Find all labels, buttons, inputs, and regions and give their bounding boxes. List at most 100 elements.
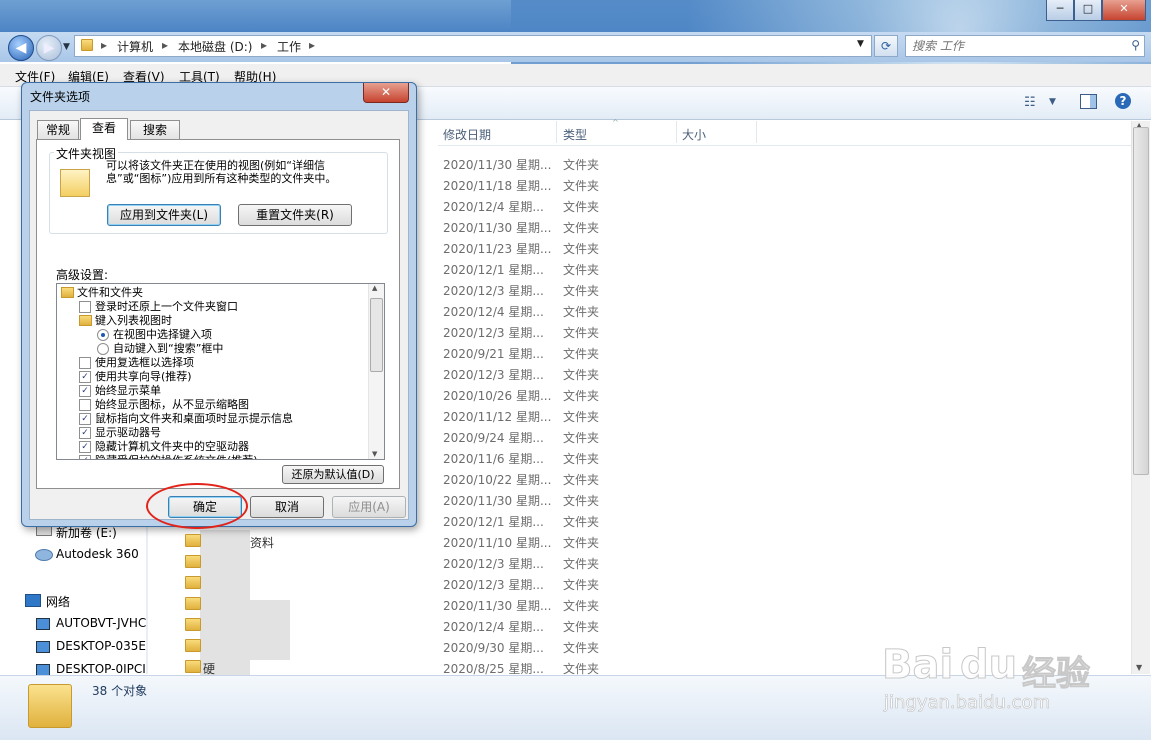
table-row[interactable]: 2020/11/30 星期... 文件夹: [438, 153, 1128, 174]
breadcrumb-local-disk[interactable]: 本地磁盘 (D:): [178, 38, 252, 55]
tree-scroll-thumb[interactable]: [370, 298, 383, 372]
settings-item[interactable]: ✓ 隐藏受保护的操作系统文件(推荐): [57, 454, 367, 459]
nav-item-autodesk-360[interactable]: Autodesk 360: [56, 547, 139, 561]
table-row[interactable]: 2020/12/1 星期... 文件夹: [438, 258, 1128, 279]
checkbox-checked[interactable]: ✓: [79, 371, 91, 383]
address-bar[interactable]: ▸ 计算机 ▸ 本地磁盘 (D:) ▸ 工作 ▸ ▼: [74, 35, 872, 57]
table-row[interactable]: 2020/11/18 星期... 文件夹: [438, 174, 1128, 195]
checkbox-unchecked[interactable]: [79, 357, 91, 369]
cancel-button[interactable]: 取消: [250, 496, 324, 518]
nav-item-network[interactable]: 网络: [46, 593, 70, 610]
folder-icon: [185, 555, 207, 569]
checkbox-checked[interactable]: ✓: [79, 413, 91, 425]
checkbox-checked[interactable]: ✓: [79, 455, 91, 459]
help-icon[interactable]: ?: [1115, 93, 1131, 109]
table-row[interactable]: 2020/9/24 星期... 文件夹: [438, 426, 1128, 447]
table-row[interactable]: 2020/11/23 星期... 文件夹: [438, 237, 1128, 258]
table-row[interactable]: 2020/12/1 星期... 文件夹: [438, 510, 1128, 531]
table-row[interactable]: 2020/10/22 星期... 文件夹: [438, 468, 1128, 489]
back-button[interactable]: ◀: [8, 35, 34, 61]
checkbox-checked[interactable]: ✓: [79, 441, 91, 453]
checkbox-unchecked[interactable]: [79, 399, 91, 411]
nav-item-computer[interactable]: DESKTOP-035E: [56, 639, 146, 653]
nav-item-computer[interactable]: DESKTOP-0IPCI: [56, 662, 146, 676]
table-row[interactable]: 2020/12/3 星期... 文件夹: [438, 573, 1128, 594]
checkbox-checked[interactable]: ✓: [79, 427, 91, 439]
tab-search[interactable]: 搜索: [130, 120, 180, 139]
settings-item[interactable]: ✓ 显示驱动器号: [57, 426, 367, 440]
settings-item[interactable]: ✓ 隐藏计算机文件夹中的空驱动器: [57, 440, 367, 454]
table-row[interactable]: 2020/12/3 星期... 文件夹: [438, 279, 1128, 300]
cell-date-modified: 2020/11/12 星期...: [443, 410, 552, 424]
checkbox-checked[interactable]: ✓: [79, 385, 91, 397]
maximize-button[interactable]: □: [1074, 0, 1102, 21]
search-box[interactable]: ⚲: [905, 35, 1145, 57]
settings-item[interactable]: 始终显示图标，从不显示缩略图: [57, 398, 367, 412]
checkbox-unchecked[interactable]: [79, 301, 91, 313]
cell-type: 文件夹: [563, 494, 600, 508]
table-row[interactable]: 2020/12/3 星期... 文件夹: [438, 321, 1128, 342]
nav-item-computer[interactable]: AUTOBVT-JVHC: [56, 616, 146, 630]
cell-date-modified: 2020/11/6 星期...: [443, 452, 544, 466]
view-options-icon[interactable]: ☷: [1024, 95, 1036, 110]
breadcrumb-work[interactable]: 工作: [277, 38, 301, 55]
table-row[interactable]: 2020/11/10 星期... 文件夹: [438, 531, 1128, 552]
breadcrumb-separator-icon[interactable]: ▸: [162, 38, 168, 52]
folder-icon: [185, 576, 207, 590]
minimize-button[interactable]: ─: [1046, 0, 1074, 21]
table-row[interactable]: 2020/12/3 星期... 文件夹: [438, 363, 1128, 384]
breadcrumb-separator-icon[interactable]: ▸: [309, 38, 315, 52]
recent-pages-chevron-icon[interactable]: ▼: [63, 42, 70, 52]
cell-type: 文件夹: [563, 410, 600, 424]
watermark-url: jingyan.baidu.com: [884, 692, 1051, 714]
table-row[interactable]: 2020/12/4 星期... 文件夹: [438, 195, 1128, 216]
settings-item[interactable]: 键入列表视图时: [57, 314, 367, 328]
table-row[interactable]: 2020/10/26 星期... 文件夹: [438, 384, 1128, 405]
view-dropdown-icon[interactable]: ▼: [1049, 97, 1056, 107]
address-dropdown-icon[interactable]: ▼: [857, 39, 864, 49]
table-row[interactable]: 2020/11/6 星期... 文件夹: [438, 447, 1128, 468]
column-date-modified[interactable]: 修改日期: [443, 126, 491, 143]
scrollbar-thumb[interactable]: [1133, 127, 1149, 475]
restore-defaults-button[interactable]: 还原为默认值(D): [282, 465, 384, 484]
column-size[interactable]: 大小: [682, 126, 706, 143]
settings-item[interactable]: 在视图中选择键入项: [57, 328, 367, 342]
settings-item[interactable]: 文件和文件夹: [57, 286, 367, 300]
table-row[interactable]: 2020/12/3 星期... 文件夹: [438, 552, 1128, 573]
scroll-up-icon[interactable]: ▲: [372, 284, 377, 292]
settings-item[interactable]: 使用复选框以选择项: [57, 356, 367, 370]
scroll-down-icon[interactable]: ▼: [372, 450, 377, 458]
settings-item[interactable]: ✓ 始终显示菜单: [57, 384, 367, 398]
column-type[interactable]: 类型: [563, 126, 587, 143]
table-row[interactable]: 2020/11/30 星期... 文件夹: [438, 216, 1128, 237]
apply-button[interactable]: 应用(A): [332, 496, 406, 518]
reset-folders-button[interactable]: 重置文件夹(R): [238, 204, 352, 226]
refresh-icon[interactable]: ⟳: [874, 35, 898, 57]
preview-pane-icon[interactable]: [1080, 94, 1097, 109]
tree-scrollbar[interactable]: ▲ ▼: [368, 284, 384, 459]
breadcrumb-separator-icon[interactable]: ▸: [261, 38, 267, 52]
breadcrumb-computer[interactable]: 计算机: [117, 38, 153, 55]
window-close-button[interactable]: ✕: [1102, 0, 1146, 21]
tab-view[interactable]: 查看: [80, 118, 128, 140]
apply-to-folders-button[interactable]: 应用到文件夹(L): [107, 204, 221, 226]
settings-item[interactable]: ✓ 使用共享向导(推荐): [57, 370, 367, 384]
search-icon[interactable]: ⚲: [1131, 38, 1140, 52]
table-row[interactable]: 2020/9/21 星期... 文件夹: [438, 342, 1128, 363]
radio-unselected[interactable]: [97, 343, 109, 355]
advanced-settings-tree[interactable]: 文件和文件夹 登录时还原上一个文件夹窗口 键入列表视图时 在视图中选择键入项 自动键入到…: [56, 283, 385, 460]
tab-general[interactable]: 常规: [37, 120, 79, 139]
settings-item[interactable]: 自动键入到“搜索”框中: [57, 342, 367, 356]
forward-button[interactable]: ▶: [36, 35, 62, 61]
table-row[interactable]: 2020/11/12 星期... 文件夹: [438, 405, 1128, 426]
search-input[interactable]: [910, 37, 1114, 55]
table-row[interactable]: 2020/12/4 星期... 文件夹: [438, 300, 1128, 321]
folder-icon: [185, 618, 207, 632]
dialog-close-button[interactable]: ✕: [363, 83, 409, 103]
settings-item[interactable]: 登录时还原上一个文件夹窗口: [57, 300, 367, 314]
radio-selected[interactable]: [97, 329, 109, 341]
breadcrumb-separator-icon[interactable]: ▸: [101, 38, 107, 52]
table-row[interactable]: 2020/11/30 星期... 文件夹: [438, 489, 1128, 510]
watermark-cn: 经验: [1022, 654, 1091, 695]
settings-item[interactable]: ✓ 鼠标指向文件夹和桌面项时显示提示信息: [57, 412, 367, 426]
